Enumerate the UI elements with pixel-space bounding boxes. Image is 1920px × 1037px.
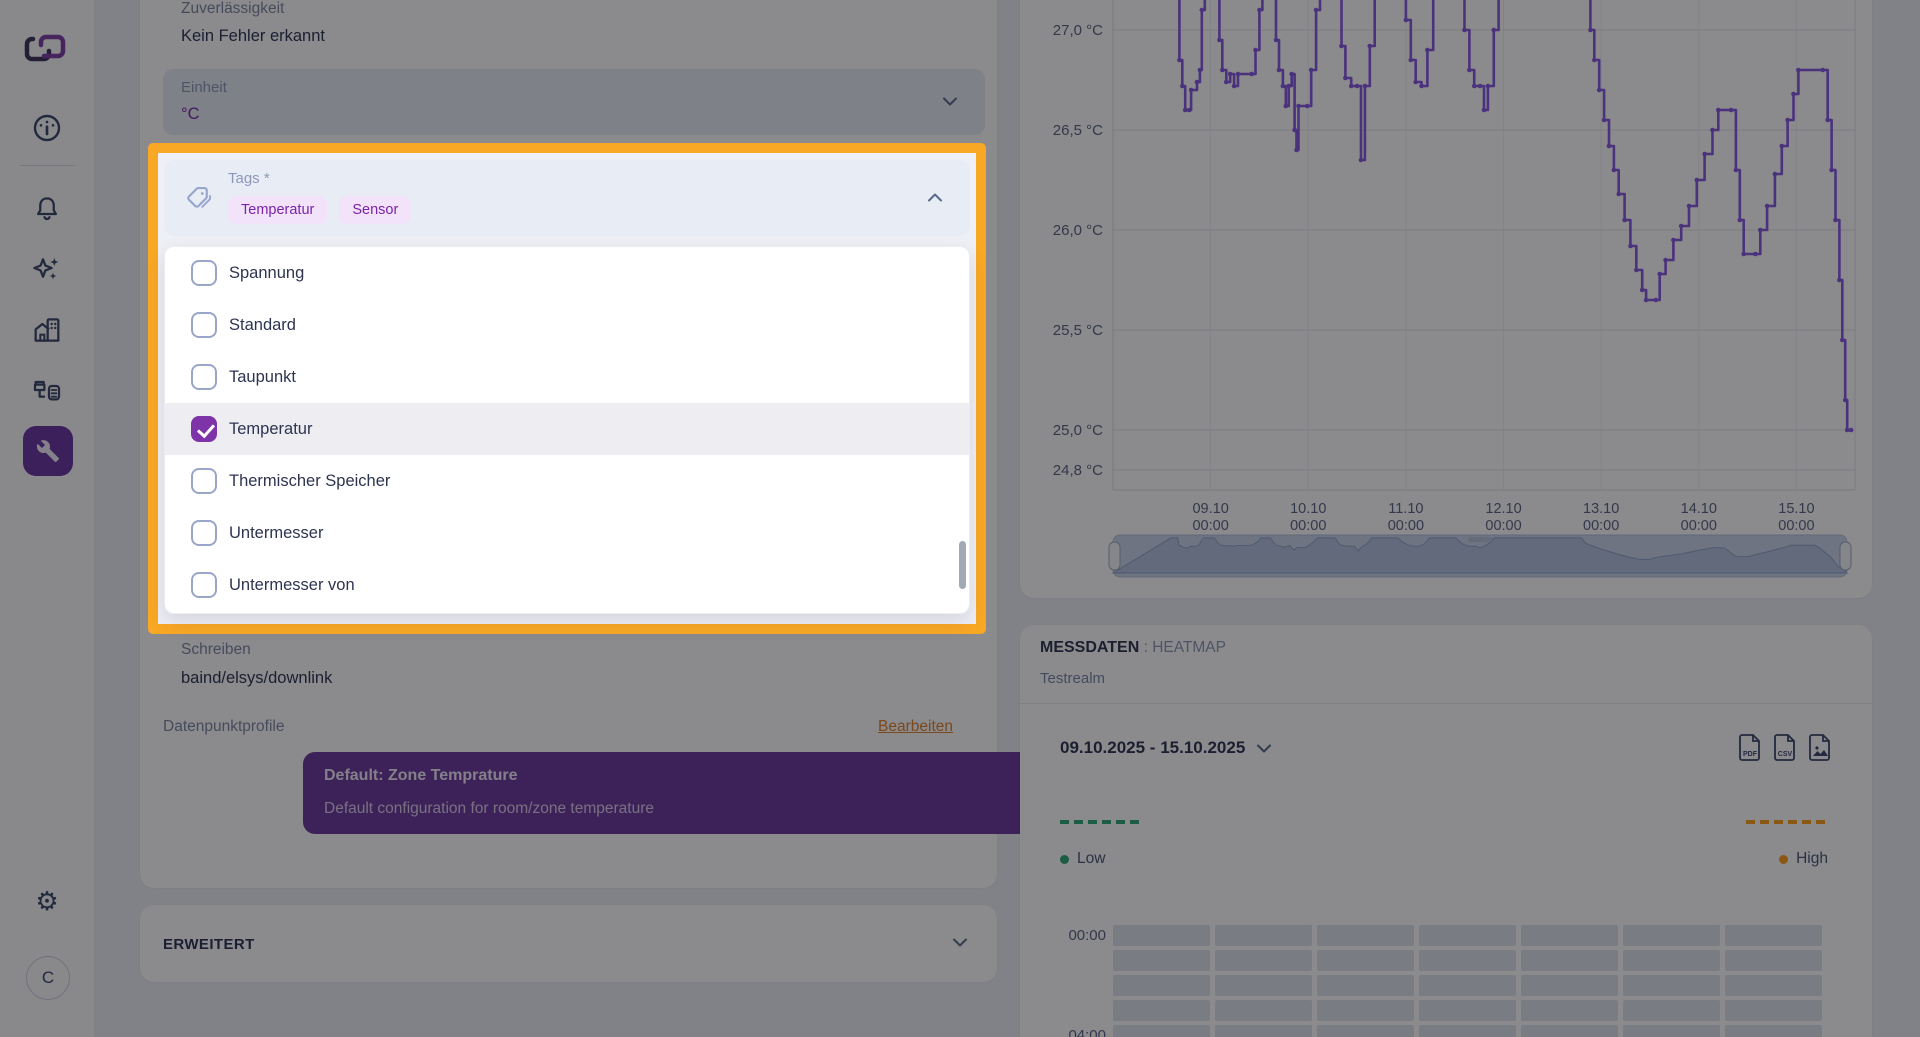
option-label: Untermesser [229, 523, 324, 542]
tags-field[interactable]: Tags * Temperatur Sensor [164, 160, 970, 236]
option-label: Thermischer Speicher [229, 471, 391, 490]
checkbox-unchecked[interactable] [191, 572, 217, 598]
tags-highlight-box: Tags * Temperatur Sensor Spannung Standard… [148, 143, 986, 634]
option-label: Standard [229, 315, 296, 334]
dropdown-option-untermesser[interactable]: Untermesser [165, 507, 969, 559]
option-label: Temperatur [229, 419, 313, 438]
checkbox-unchecked[interactable] [191, 260, 217, 286]
tags-label: Tags * [228, 170, 270, 187]
dropdown-option-thermischer-speicher[interactable]: Thermischer Speicher [165, 455, 969, 507]
dropdown-option-temperatur[interactable]: Temperatur [165, 403, 969, 455]
tag-icon [187, 186, 211, 209]
tag-chip[interactable]: Sensor [339, 196, 412, 224]
option-label: Untermesser von [229, 575, 355, 594]
option-label: Taupunkt [229, 367, 296, 386]
checkbox-unchecked[interactable] [191, 364, 217, 390]
dropdown-option-taupunkt[interactable]: Taupunkt [165, 351, 969, 403]
tag-chips: Temperatur Sensor [228, 196, 412, 224]
checkbox-unchecked[interactable] [191, 312, 217, 338]
checkbox-unchecked[interactable] [191, 468, 217, 494]
checkbox-checked[interactable] [191, 416, 217, 442]
checkbox-unchecked[interactable] [191, 520, 217, 546]
dropdown-option-standard[interactable]: Standard [165, 299, 969, 351]
option-label: Spannung [229, 263, 305, 282]
dropdown-option-untermesser-von[interactable]: Untermesser von [165, 559, 969, 611]
chevron-up-icon [928, 193, 942, 202]
dropdown-scrollbar[interactable] [959, 541, 966, 589]
dropdown-option-spannung[interactable]: Spannung [165, 247, 969, 299]
tags-dropdown-list: Spannung Standard Taupunkt Temperatur Thermi… [164, 246, 970, 614]
tag-chip[interactable]: Temperatur [228, 196, 328, 224]
